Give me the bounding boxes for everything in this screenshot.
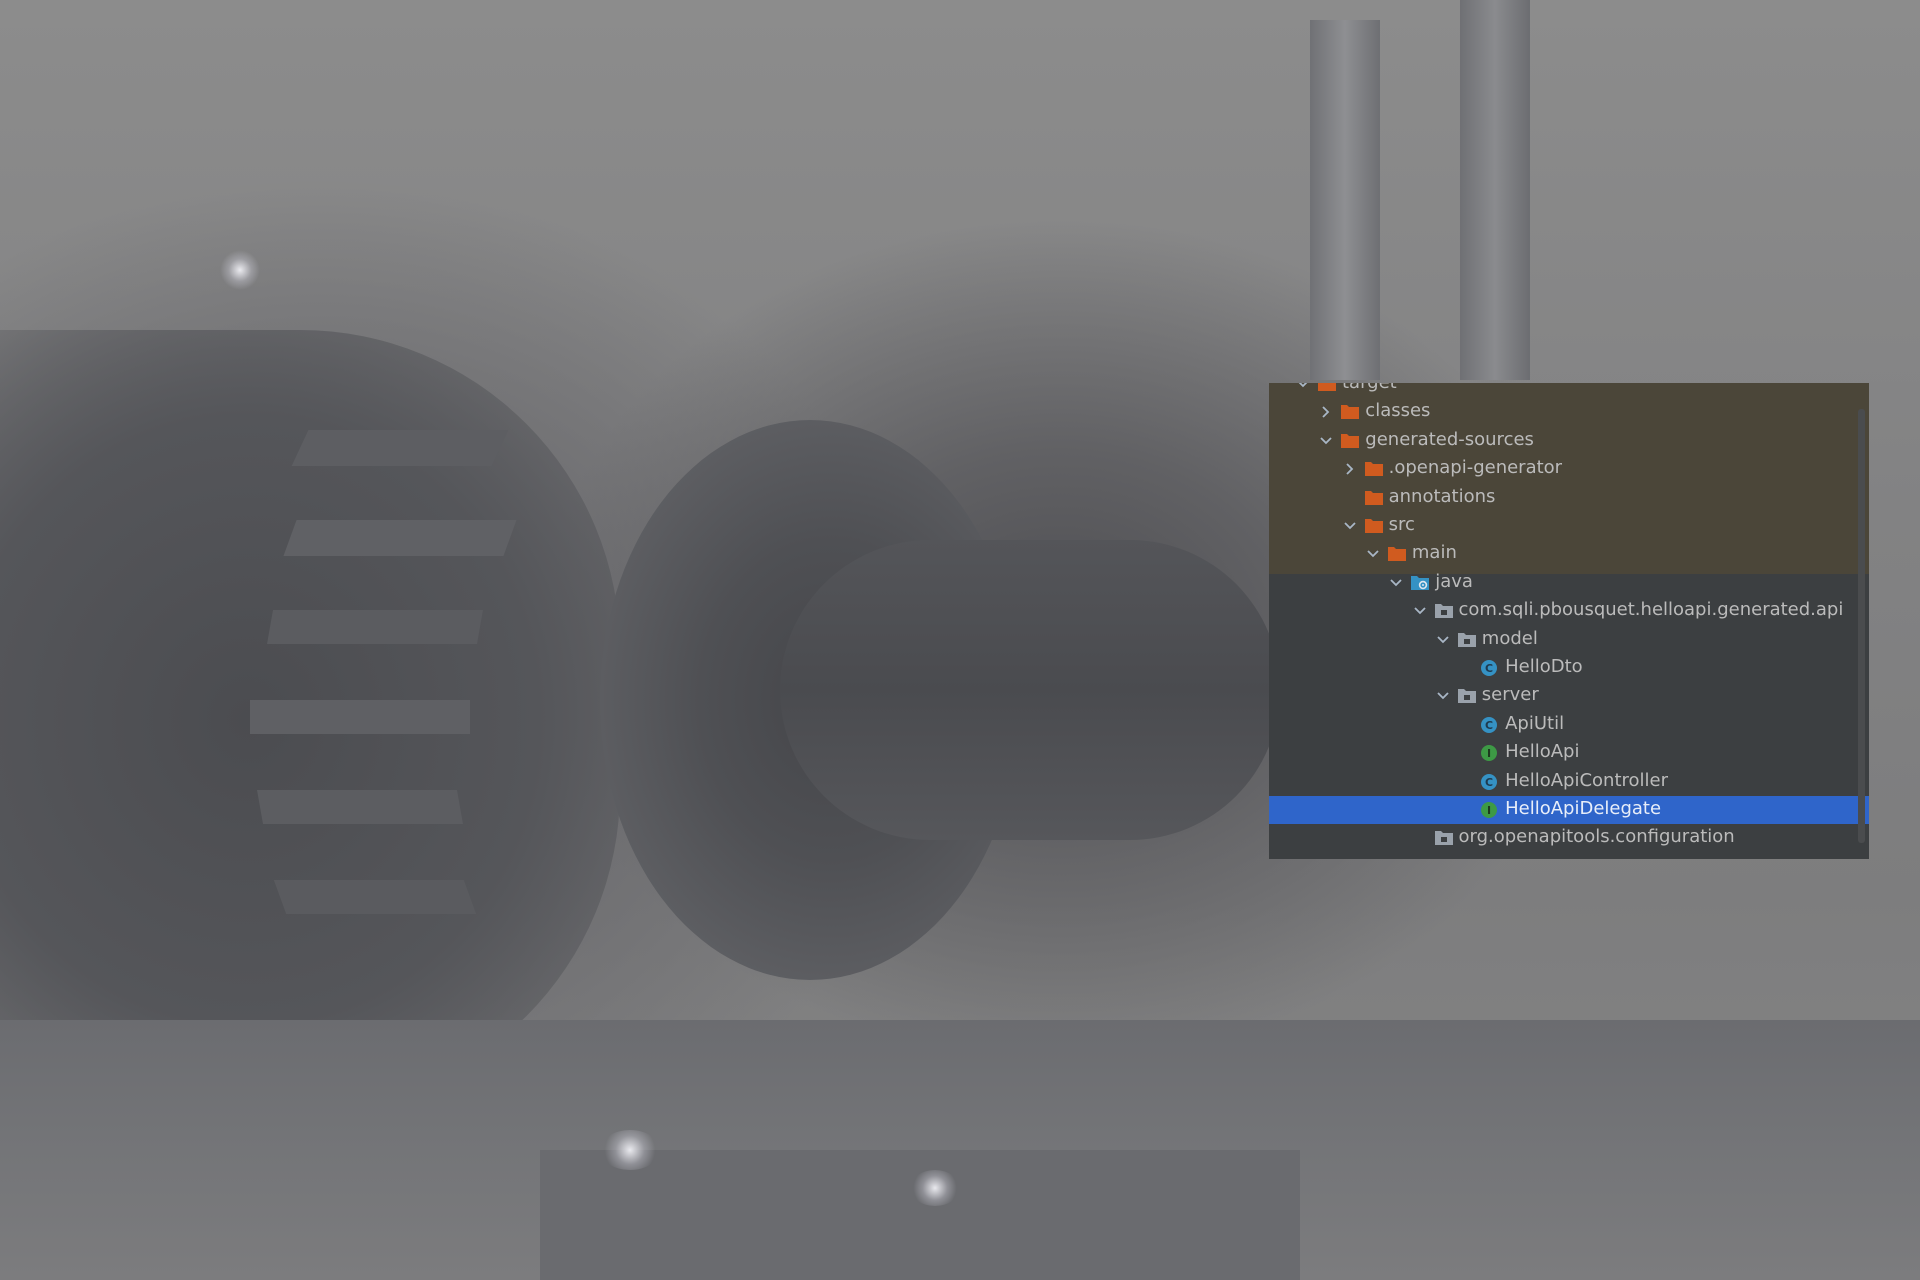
tree-row-apiutil[interactable]: C ApiUtil — [1269, 711, 1869, 739]
tree-row-label: generated-sources — [1365, 428, 1534, 450]
chevron-right-icon[interactable] — [1318, 398, 1334, 426]
class-icon: C — [1480, 711, 1500, 739]
tree-row-label: classes — [1365, 400, 1431, 422]
tree-row-generated-sources[interactable]: generated-sources — [1269, 427, 1869, 455]
excluded-folder-icon — [1364, 455, 1384, 483]
tree-row-server[interactable]: server — [1269, 682, 1869, 710]
generated-source-root-icon — [1410, 569, 1430, 597]
svg-text:C: C — [1485, 662, 1493, 675]
chevron-down-icon[interactable] — [1295, 383, 1311, 398]
chevron-right-icon[interactable] — [1342, 455, 1358, 483]
excluded-folder-icon — [1340, 398, 1360, 426]
package-icon — [1457, 626, 1477, 654]
tree-row-label: src — [1388, 514, 1415, 535]
tree-row-label: annotations — [1388, 485, 1496, 507]
tree-row-main[interactable]: main — [1269, 540, 1869, 568]
tree-row-org-openapitools-configuration[interactable]: org.openapitools.configuration — [1269, 824, 1869, 852]
tree-row-label: HelloApiController — [1505, 769, 1668, 791]
svg-text:I: I — [1487, 747, 1491, 760]
tree-row-java[interactable]: java — [1269, 569, 1869, 597]
excluded-folder-icon — [1364, 512, 1384, 540]
tree-row-label: HelloApiDelegate — [1505, 798, 1662, 819]
tree-row-label: HelloApi — [1505, 741, 1580, 763]
tree-row-label: .openapi-generator — [1388, 457, 1563, 479]
excluded-folder-icon — [1340, 427, 1360, 455]
chevron-down-icon[interactable] — [1318, 427, 1334, 455]
tree-row-label: HelloDto — [1505, 656, 1583, 677]
class-icon: C — [1480, 654, 1500, 682]
gear-tooth — [267, 610, 483, 644]
excluded-folder-icon — [1317, 383, 1337, 398]
tree-row-helloapidelegate[interactable]: I HelloApiDelegate — [1269, 796, 1869, 824]
tree-row-src[interactable]: src — [1269, 512, 1869, 540]
interface-icon: I — [1480, 796, 1500, 824]
tree-row-label: ApiUtil — [1505, 712, 1565, 734]
tree-row-label: model — [1481, 627, 1538, 649]
tree-row-classes[interactable]: classes — [1269, 398, 1869, 426]
tree-row-helloapicontroller[interactable]: C HelloApiController — [1269, 768, 1869, 796]
tree-row-label: server — [1481, 684, 1539, 706]
gear-tooth — [283, 520, 517, 556]
gear-tooth — [257, 790, 463, 824]
chevron-down-icon[interactable] — [1365, 540, 1381, 568]
project-tree-panel[interactable]: target classes generated-sources .openapi-g… — [1269, 383, 1869, 859]
metal-highlight — [910, 1170, 960, 1206]
tree-row-model[interactable]: model — [1269, 626, 1869, 654]
svg-text:I: I — [1487, 804, 1491, 817]
package-icon — [1434, 597, 1454, 625]
tree-row-com-sqli-pbousquet-helloapi-generated-api[interactable]: com.sqli.pbousquet.helloapi.generated.ap… — [1269, 597, 1869, 625]
tree-row-openapi-generator[interactable]: .openapi-generator — [1269, 455, 1869, 483]
tree-row-helloapi[interactable]: I HelloApi — [1269, 739, 1869, 767]
excluded-folder-icon — [1364, 484, 1384, 512]
tree-row-hellodto[interactable]: C HelloDto — [1269, 654, 1869, 682]
chevron-down-icon[interactable] — [1388, 569, 1404, 597]
tree-row-annotations[interactable]: annotations — [1269, 484, 1869, 512]
chevron-down-icon[interactable] — [1412, 597, 1428, 625]
tree-row-label: java — [1435, 570, 1473, 592]
tree-row-label: main — [1411, 542, 1457, 564]
package-icon — [1457, 682, 1477, 710]
chevron-down-icon[interactable] — [1435, 626, 1451, 654]
shaft-body — [780, 540, 1280, 840]
tree-row-target[interactable]: target — [1269, 383, 1869, 398]
interface-icon: I — [1480, 739, 1500, 767]
bolt-column — [1460, 0, 1530, 380]
gear-tooth — [250, 700, 470, 734]
chevron-down-icon[interactable] — [1342, 512, 1358, 540]
metal-highlight — [600, 1130, 660, 1170]
bolt-column — [1310, 20, 1380, 380]
svg-text:C: C — [1485, 776, 1493, 789]
vertical-scrollbar[interactable] — [1858, 409, 1865, 843]
chevron-down-icon[interactable] — [1435, 682, 1451, 710]
excluded-folder-icon — [1387, 540, 1407, 568]
svg-text:C: C — [1485, 719, 1493, 732]
tree-row-label: com.sqli.pbousquet.helloapi.generated.ap… — [1458, 599, 1844, 621]
tree-row-label: target — [1342, 383, 1397, 397]
gear-tooth — [273, 880, 477, 914]
package-icon — [1434, 824, 1454, 852]
gear-tooth — [291, 430, 509, 466]
class-icon: C — [1480, 768, 1500, 796]
base-block — [540, 1150, 1300, 1280]
tree-row-label: org.openapitools.configuration — [1458, 826, 1735, 848]
metal-highlight — [220, 250, 260, 290]
